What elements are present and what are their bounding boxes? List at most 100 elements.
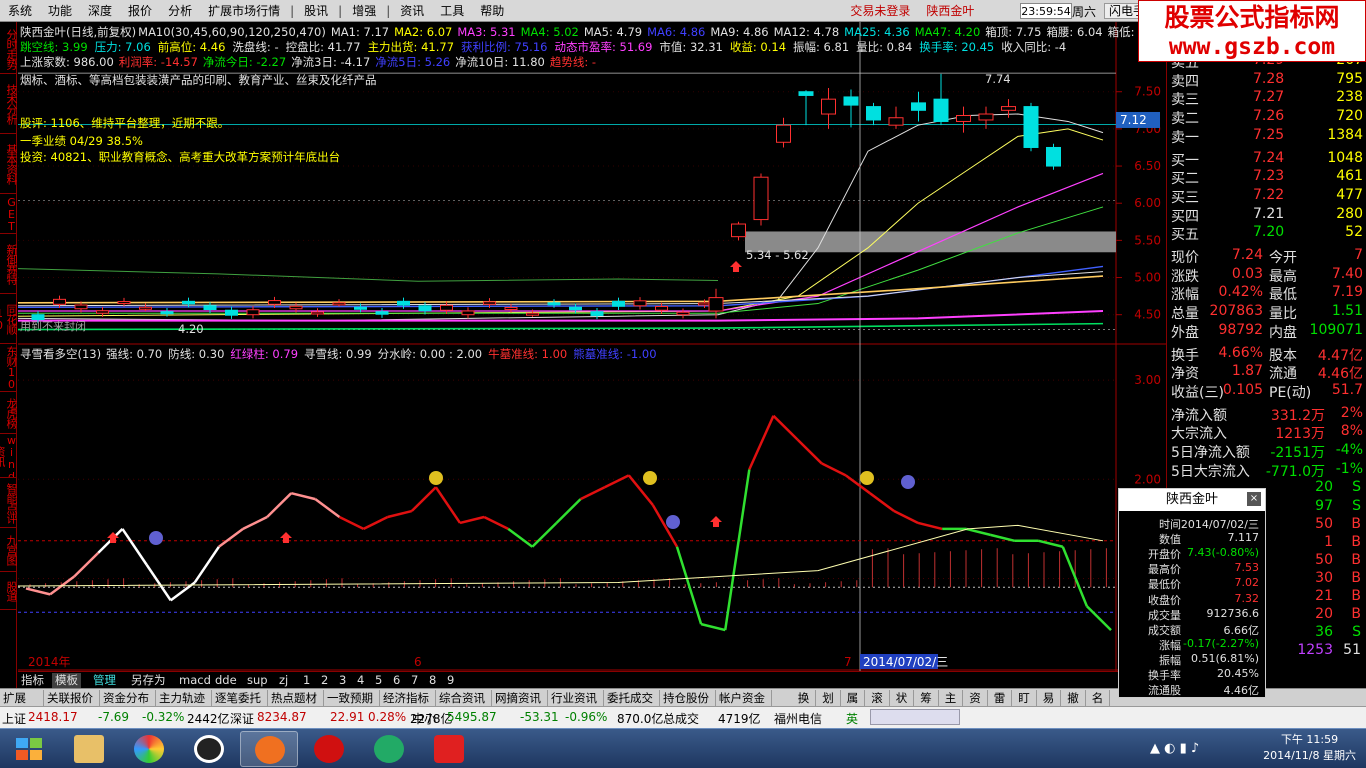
side-tab[interactable]: 龙虎榜	[0, 392, 17, 434]
side-tab[interactable]: 智能点评	[0, 478, 17, 528]
system-tray: ▲ ◐ ▮ ♪ 下午 11:59 2014/11/8 星期六	[1140, 729, 1366, 768]
menu-item[interactable]: 扩展市场行情	[200, 2, 288, 19]
indicator-tab[interactable]: 9	[444, 673, 457, 688]
function-tab[interactable]: 综合资讯	[436, 690, 492, 706]
quick-button[interactable]: 筹	[915, 690, 939, 706]
indicator-tab[interactable]: 指标	[18, 673, 47, 688]
side-tab[interactable]: 基本资料	[0, 134, 17, 194]
side-tab[interactable]: 东财10	[0, 344, 17, 392]
tray-time: 下午 11:59	[1280, 733, 1339, 746]
function-tab[interactable]: 持仓股份	[660, 690, 716, 706]
toolbar-icons[interactable]	[870, 709, 960, 725]
quick-button[interactable]: 撤	[1062, 690, 1086, 706]
taskbar-explorer[interactable]	[60, 731, 118, 767]
quote-row[interactable]: 买三 7.22 477	[1167, 187, 1366, 206]
function-tab[interactable]: 帐户资金	[716, 690, 772, 706]
popup-key: 开盘价	[1148, 548, 1181, 562]
quick-button[interactable]: 换	[792, 690, 816, 706]
indicator-tab[interactable]: dde	[212, 673, 240, 688]
quick-button[interactable]: 滚	[866, 690, 890, 706]
header-field: 熊墓准线: -1.00	[573, 347, 657, 361]
indicator-tab[interactable]: 5	[372, 673, 385, 688]
indicator-tab[interactable]: 8	[426, 673, 439, 688]
start-button[interactable]	[2, 731, 60, 767]
indicator-tab[interactable]: 2	[318, 673, 331, 688]
menu-item[interactable]: 帮助	[472, 2, 512, 19]
indicator-tab[interactable]: 7	[408, 673, 421, 688]
quick-button[interactable]: 属	[841, 690, 865, 706]
side-tab[interactable]: 分时走势	[0, 24, 17, 74]
function-tab[interactable]: 扩展	[0, 690, 44, 706]
indicator-tab[interactable]: 1	[300, 673, 313, 688]
function-tab[interactable]: 经济指标	[380, 690, 436, 706]
tray-clock[interactable]: 下午 11:59 2014/11/8 星期六	[1263, 732, 1356, 764]
taskbar-stock-app[interactable]	[240, 731, 298, 767]
function-tab[interactable]: 一致预期	[324, 690, 380, 706]
menu-item[interactable]: 工具	[432, 2, 472, 19]
indicator-tab[interactable]: 6	[390, 673, 403, 688]
tray-icons[interactable]: ▲ ◐ ▮ ♪	[1150, 741, 1199, 756]
menu-item[interactable]: 系统	[0, 2, 40, 19]
stat-row: 涨跌 0.03 最高 7.40	[1167, 266, 1366, 285]
menu-item[interactable]: 增强	[344, 2, 384, 19]
quote-row[interactable]: 买二 7.23 461	[1167, 168, 1366, 187]
candle-body	[547, 302, 561, 306]
indicator-tab[interactable]: 管理	[90, 673, 119, 688]
side-tab[interactable]: 九宫图	[0, 528, 17, 572]
stat-key: 换手	[1171, 347, 1199, 364]
menu-item[interactable]: 报价	[120, 2, 160, 19]
menu-item[interactable]: 资讯	[392, 2, 432, 19]
menu-item[interactable]: 股讯	[296, 2, 336, 19]
side-tab[interactable]: 技术分析	[0, 74, 17, 134]
indicator-tab[interactable]: 4	[354, 673, 367, 688]
taskbar-app-chart[interactable]	[360, 731, 418, 767]
taskbar-qq[interactable]	[180, 731, 238, 767]
side-tab[interactable]: GET	[0, 194, 17, 234]
function-tab[interactable]: 网摘资讯	[492, 690, 548, 706]
quote-row[interactable]: 卖二 7.26 720	[1167, 108, 1366, 127]
header-field: 分水岭: 0.00 : 2.00	[377, 347, 483, 361]
taskbar-app-pdf[interactable]	[420, 731, 478, 767]
quote-row[interactable]: 卖四 7.28 795	[1167, 71, 1366, 90]
quick-button[interactable]: 状	[890, 690, 914, 706]
taskbar-app-red[interactable]	[300, 731, 358, 767]
quote-row[interactable]: 买一 7.24 1048	[1167, 150, 1366, 169]
side-tab[interactable]: 股道	[0, 572, 17, 610]
indicator-tab[interactable]: 模板	[52, 673, 81, 688]
indicator-tab[interactable]: sup	[244, 673, 271, 688]
quote-row[interactable]: 卖三 7.27 238	[1167, 89, 1366, 108]
indicator-tab[interactable]: 3	[336, 673, 349, 688]
indicator-tab[interactable]: macd	[176, 673, 214, 688]
function-tab[interactable]: 关联报价	[44, 690, 100, 706]
menu-separator: |	[290, 3, 295, 18]
side-tab[interactable]: 新御赛特	[0, 234, 17, 294]
quote-row[interactable]: 买五 7.20 52	[1167, 224, 1366, 243]
login-status[interactable]: 交易未登录	[842, 2, 918, 19]
function-tab[interactable]: 委托成交	[604, 690, 660, 706]
function-tab[interactable]: 行业资讯	[548, 690, 604, 706]
quick-button[interactable]: 易	[1037, 690, 1061, 706]
side-tabs: 分时走势技术分析基本资料GET新御赛特同花顺10东财10龙虎榜wind资讯智能点…	[0, 22, 17, 690]
function-tab[interactable]: 逐笔委托	[212, 690, 268, 706]
indicator-tab[interactable]: 另存为	[128, 673, 169, 688]
quick-button[interactable]: 资	[964, 690, 988, 706]
quick-button[interactable]: 主	[939, 690, 963, 706]
menu-item[interactable]: 深度	[80, 2, 120, 19]
side-tab[interactable]: wind资讯	[0, 434, 17, 478]
function-tab[interactable]: 热点题材	[268, 690, 324, 706]
popup-title-bar[interactable]: 陕西金叶 ×	[1119, 489, 1265, 511]
function-tab[interactable]: 主力轨迹	[156, 690, 212, 706]
menu-item[interactable]: 功能	[40, 2, 80, 19]
quick-button[interactable]: 名	[1086, 690, 1110, 706]
taskbar-browser[interactable]	[120, 731, 178, 767]
indicator-tab[interactable]: zj	[276, 673, 291, 688]
quick-button[interactable]: 雷	[988, 690, 1012, 706]
side-tab[interactable]: 同花顺10	[0, 294, 17, 344]
function-tab[interactable]: 资金分布	[100, 690, 156, 706]
quote-row[interactable]: 卖一 7.25 1384	[1167, 127, 1366, 146]
quick-button[interactable]: 盯	[1013, 690, 1037, 706]
close-icon[interactable]: ×	[1247, 492, 1261, 506]
menu-item[interactable]: 分析	[160, 2, 200, 19]
quote-row[interactable]: 买四 7.21 280	[1167, 206, 1366, 225]
quick-button[interactable]: 划	[817, 690, 841, 706]
